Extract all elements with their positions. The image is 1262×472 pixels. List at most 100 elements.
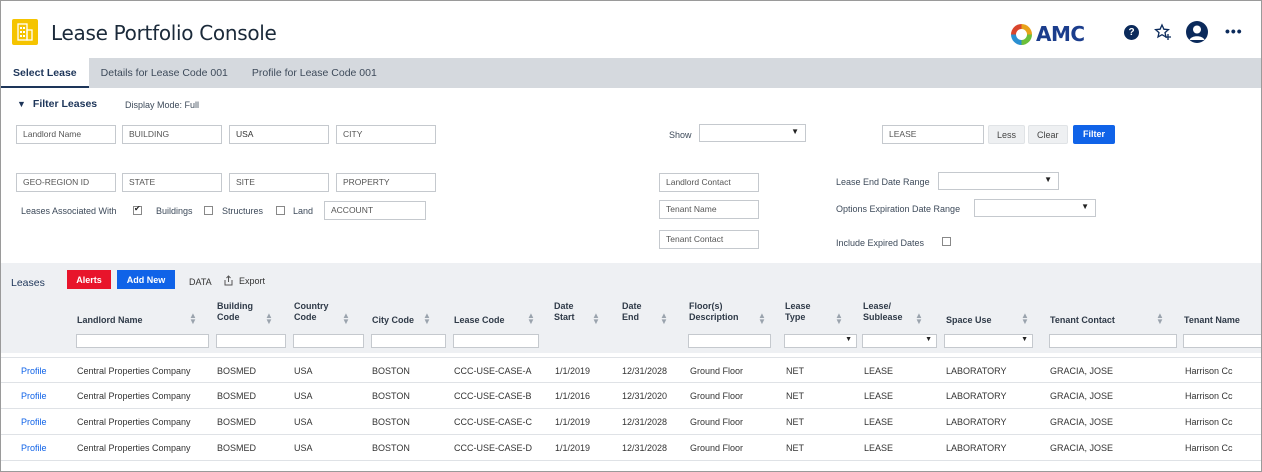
tenant-name-cell: Harrison Cc <box>1185 391 1233 401</box>
sort-icon[interactable]: ▲ ▼ <box>527 312 535 326</box>
export-button[interactable]: Export <box>223 275 265 286</box>
sort-icon[interactable]: ▲ ▼ <box>1021 312 1029 326</box>
site-field[interactable]: SITE <box>229 173 329 192</box>
lease-field[interactable]: LEASE <box>882 125 984 144</box>
filter-lease-sublease-select[interactable] <box>862 334 937 348</box>
filter-toggle[interactable]: ▼ Filter Leases <box>17 98 97 110</box>
building-field[interactable]: BUILDING <box>122 125 222 144</box>
add-new-button[interactable]: Add New <box>117 270 175 290</box>
filter-lease-type-select[interactable] <box>784 334 857 348</box>
col-date-end[interactable]: Date End <box>622 301 642 323</box>
building-code-cell: BOSMED <box>217 443 257 453</box>
filter-floor-description-input[interactable] <box>688 334 771 348</box>
help-icon[interactable]: ? <box>1124 25 1139 40</box>
sort-icon[interactable]: ▲ ▼ <box>265 312 273 326</box>
col-space-use[interactable]: Space Use <box>946 315 992 326</box>
col-lease-code[interactable]: Lease Code <box>454 315 505 326</box>
app-window: Lease Portfolio Console AMC ? ••• Select… <box>0 0 1262 472</box>
filter-tenant-contact-input[interactable] <box>1049 334 1177 348</box>
col-floor-description[interactable]: Floor(s) Description <box>689 301 739 323</box>
table-row[interactable]: Profile Central Properties Company BOSME… <box>1 435 1261 461</box>
filter-country-code-input[interactable] <box>293 334 364 348</box>
lease-end-date-range-label: Lease End Date Range <box>836 177 930 187</box>
city-field[interactable]: CITY <box>336 125 436 144</box>
space-use-cell: LABORATORY <box>946 366 1007 376</box>
alerts-button[interactable]: Alerts <box>67 270 111 290</box>
property-field[interactable]: PROPERTY <box>336 173 436 192</box>
sort-icon[interactable]: ▲ ▼ <box>758 312 766 326</box>
lease-sublease-cell: LEASE <box>864 417 894 427</box>
profile-link[interactable]: Profile <box>21 443 47 453</box>
brand-logo: AMC <box>1011 22 1085 46</box>
tenant-name-field[interactable]: Tenant Name <box>659 200 759 219</box>
less-button[interactable]: Less <box>988 125 1026 144</box>
clear-button[interactable]: Clear <box>1028 125 1068 144</box>
filter-city-code-input[interactable] <box>371 334 446 348</box>
filter-button[interactable]: Filter <box>1073 125 1116 144</box>
buildings-checkbox[interactable] <box>133 204 142 215</box>
land-checkbox[interactable] <box>276 206 285 215</box>
col-lease-sublease[interactable]: Lease/Sublease <box>863 301 903 323</box>
sort-icon[interactable]: ▲ ▼ <box>660 312 668 326</box>
tenant-name-cell: Harrison Cc <box>1185 417 1233 427</box>
include-expired-checkbox[interactable] <box>942 237 951 246</box>
lease-code-cell: CCC-USE-CASE-A <box>454 366 532 376</box>
state-field[interactable]: STATE <box>122 173 222 192</box>
filter-lease-code-input[interactable] <box>453 334 539 348</box>
filter-building-code-input[interactable] <box>216 334 286 348</box>
tenant-contact-field[interactable]: Tenant Contact <box>659 230 759 249</box>
floor-description-cell: Ground Floor <box>690 391 744 401</box>
space-use-cell: LABORATORY <box>946 417 1007 427</box>
sort-icon[interactable]: ▲ ▼ <box>189 312 197 326</box>
sort-icon[interactable]: ▲ ▼ <box>342 312 350 326</box>
data-button[interactable]: DATA <box>189 277 212 287</box>
account-field[interactable]: ACCOUNT <box>324 201 426 220</box>
options-expiration-select[interactable] <box>974 199 1096 217</box>
lease-end-date-range-select[interactable] <box>938 172 1059 190</box>
sort-icon[interactable]: ▲ ▼ <box>835 312 843 326</box>
landlord-name-cell: Central Properties Company <box>77 391 191 401</box>
landlord-name-cell: Central Properties Company <box>77 366 191 376</box>
table-row[interactable]: Profile Central Properties Company BOSME… <box>1 357 1261 383</box>
sort-icon[interactable]: ▲ ▼ <box>423 312 431 326</box>
sort-icon[interactable]: ▲ ▼ <box>915 312 923 326</box>
col-country-code[interactable]: Country Code <box>294 301 329 323</box>
export-label: Export <box>239 275 266 286</box>
table-row[interactable]: Profile Central Properties Company BOSME… <box>1 383 1261 409</box>
tab-select-lease[interactable]: Select Lease <box>1 58 89 88</box>
tab-lease-profile[interactable]: Profile for Lease Code 001 <box>240 58 389 88</box>
col-tenant-name[interactable]: Tenant Name <box>1184 315 1240 326</box>
landlord-name-field[interactable]: Landlord Name <box>16 125 116 144</box>
landlord-contact-field[interactable]: Landlord Contact <box>659 173 759 192</box>
brand-ring-icon <box>1011 23 1032 45</box>
geo-region-field[interactable]: GEO-REGION ID <box>16 173 116 192</box>
more-icon[interactable]: ••• <box>1225 23 1243 39</box>
lease-sublease-cell: LEASE <box>864 366 894 376</box>
city-code-cell: BOSTON <box>372 391 410 401</box>
col-date-start[interactable]: Date Start <box>554 301 575 323</box>
profile-link[interactable]: Profile <box>21 391 47 401</box>
filter-landlord-name-input[interactable] <box>76 334 209 348</box>
col-landlord-name[interactable]: Landlord Name <box>77 315 143 326</box>
user-avatar-icon[interactable] <box>1186 21 1208 43</box>
country-code-cell: USA <box>294 391 313 401</box>
sort-icon[interactable]: ▲ ▼ <box>1156 312 1164 326</box>
show-select[interactable] <box>699 124 806 142</box>
sort-icon[interactable]: ▲ ▼ <box>592 312 600 326</box>
building-code-cell: BOSMED <box>217 366 257 376</box>
col-city-code[interactable]: City Code <box>372 315 414 326</box>
col-building-code[interactable]: Building Code <box>217 301 253 323</box>
filter-space-use-select[interactable] <box>944 334 1033 348</box>
col-lease-type[interactable]: Lease Type <box>785 301 811 323</box>
structures-checkbox[interactable] <box>204 206 213 215</box>
col-tenant-contact[interactable]: Tenant Contact <box>1050 315 1115 326</box>
country-code-cell: USA <box>294 366 313 376</box>
tab-lease-details[interactable]: Details for Lease Code 001 <box>89 58 240 88</box>
profile-link[interactable]: Profile <box>21 417 47 427</box>
tenant-name-cell: Harrison Cc <box>1185 366 1233 376</box>
table-row[interactable]: Profile Central Properties Company BOSME… <box>1 409 1261 435</box>
country-field[interactable]: USA <box>229 125 329 144</box>
favorites-star-icon[interactable] <box>1154 23 1172 44</box>
filter-tenant-name-input[interactable] <box>1183 334 1261 348</box>
profile-link[interactable]: Profile <box>21 366 47 376</box>
